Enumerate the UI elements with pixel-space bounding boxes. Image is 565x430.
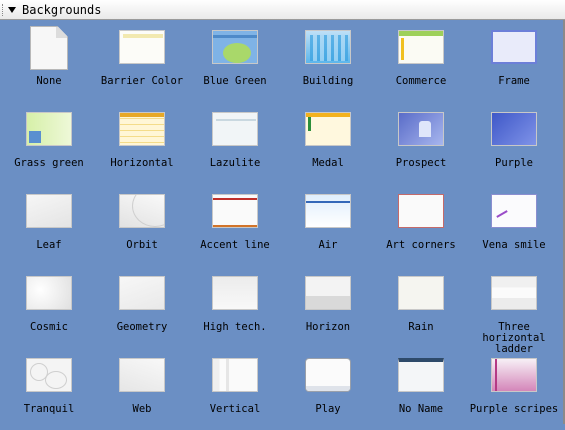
background-thumbnail bbox=[26, 112, 72, 146]
background-label: Orbit bbox=[126, 239, 158, 251]
background-item-horizon[interactable]: Horizon bbox=[281, 266, 375, 348]
background-item-purple-scripes[interactable]: Purple scripes bbox=[467, 348, 561, 430]
background-thumbnail bbox=[26, 358, 72, 392]
background-item-play[interactable]: Play bbox=[281, 348, 375, 430]
background-thumbnail bbox=[398, 30, 444, 64]
background-thumbnail bbox=[212, 194, 258, 228]
background-label: Geometry bbox=[116, 321, 168, 333]
background-item-cosmic[interactable]: Cosmic bbox=[2, 266, 96, 348]
background-thumbnail bbox=[119, 276, 165, 310]
background-label: Prospect bbox=[395, 157, 447, 169]
background-item-accent-line[interactable]: Accent line bbox=[188, 184, 282, 266]
background-label: Cosmic bbox=[30, 321, 68, 333]
background-label: Purple bbox=[495, 157, 533, 169]
background-label: Vertical bbox=[209, 403, 261, 415]
background-thumbnail bbox=[30, 26, 68, 70]
backgrounds-gallery: None Barrier Color Blue Green Building C… bbox=[0, 20, 563, 424]
background-item-commerce[interactable]: Commerce bbox=[374, 20, 468, 102]
background-thumbnail bbox=[119, 30, 165, 64]
background-label: Accent line bbox=[200, 239, 270, 251]
background-label: Art corners bbox=[386, 239, 456, 251]
background-label: Horizon bbox=[305, 321, 351, 333]
background-item-rain[interactable]: Rain bbox=[374, 266, 468, 348]
background-item-grass-green[interactable]: Grass green bbox=[2, 102, 96, 184]
background-label: Horizontal bbox=[110, 157, 174, 169]
background-item-air[interactable]: Air bbox=[281, 184, 375, 266]
background-item-leaf[interactable]: Leaf bbox=[2, 184, 96, 266]
background-item-high-tech[interactable]: High tech. bbox=[188, 266, 282, 348]
background-item-vertical[interactable]: Vertical bbox=[188, 348, 282, 430]
background-item-orbit[interactable]: Orbit bbox=[95, 184, 189, 266]
background-thumbnail bbox=[212, 276, 258, 310]
background-thumbnail bbox=[119, 358, 165, 392]
background-thumbnail bbox=[305, 30, 351, 64]
background-thumbnail bbox=[491, 194, 537, 228]
background-item-blue-green[interactable]: Blue Green bbox=[188, 20, 282, 102]
panel-title: Backgrounds bbox=[22, 3, 102, 17]
background-label: Rain bbox=[408, 321, 434, 333]
background-item-geometry[interactable]: Geometry bbox=[95, 266, 189, 348]
background-label: No Name bbox=[398, 403, 444, 415]
background-label: High tech. bbox=[203, 321, 267, 333]
background-item-purple[interactable]: Purple bbox=[467, 102, 561, 184]
background-thumbnail bbox=[305, 112, 351, 146]
background-thumbnail bbox=[212, 112, 258, 146]
background-label: Leaf bbox=[36, 239, 62, 251]
background-label: Vena smile bbox=[482, 239, 546, 251]
background-item-art-corners[interactable]: Art corners bbox=[374, 184, 468, 266]
background-item-tranquil[interactable]: Tranquil bbox=[2, 348, 96, 430]
drag-grip-icon[interactable] bbox=[2, 4, 6, 16]
background-thumbnail bbox=[398, 112, 444, 146]
background-thumbnail bbox=[212, 358, 258, 392]
background-item-no-name[interactable]: No Name bbox=[374, 348, 468, 430]
background-thumbnail bbox=[491, 358, 537, 392]
background-thumbnail bbox=[491, 112, 537, 146]
background-thumbnail bbox=[398, 194, 444, 228]
background-item-medal[interactable]: Medal bbox=[281, 102, 375, 184]
background-thumbnail bbox=[305, 358, 351, 392]
background-item-prospect[interactable]: Prospect bbox=[374, 102, 468, 184]
background-label: Air bbox=[318, 239, 338, 251]
background-thumbnail bbox=[305, 276, 351, 310]
background-item-barrier-color[interactable]: Barrier Color bbox=[95, 20, 189, 102]
background-thumbnail bbox=[119, 194, 165, 228]
background-thumbnail bbox=[398, 358, 444, 392]
background-item-none[interactable]: None bbox=[2, 20, 96, 102]
collapse-triangle-icon[interactable] bbox=[8, 7, 16, 13]
background-label: Building bbox=[302, 75, 354, 87]
background-label: Barrier Color bbox=[100, 75, 184, 87]
background-label: None bbox=[36, 75, 62, 87]
background-label: Web bbox=[132, 403, 152, 415]
background-label: Tranquil bbox=[23, 403, 75, 415]
background-label: Blue Green bbox=[203, 75, 267, 87]
background-thumbnail bbox=[398, 276, 444, 310]
background-label: Frame bbox=[498, 75, 530, 87]
background-thumbnail bbox=[305, 194, 351, 228]
background-label: Commerce bbox=[395, 75, 447, 87]
background-label: Medal bbox=[312, 157, 344, 169]
background-item-three-horizontal-ladder[interactable]: Three horizontal ladder bbox=[467, 266, 561, 355]
background-item-lazulite[interactable]: Lazulite bbox=[188, 102, 282, 184]
panel-header[interactable]: Backgrounds bbox=[0, 0, 565, 20]
background-label: Grass green bbox=[14, 157, 84, 169]
background-item-web[interactable]: Web bbox=[95, 348, 189, 430]
background-item-building[interactable]: Building bbox=[281, 20, 375, 102]
background-thumbnail bbox=[119, 112, 165, 146]
background-thumbnail bbox=[26, 276, 72, 310]
background-label: Purple scripes bbox=[469, 403, 559, 415]
background-thumbnail bbox=[491, 276, 537, 310]
background-thumbnail bbox=[212, 30, 258, 64]
background-item-horizontal[interactable]: Horizontal bbox=[95, 102, 189, 184]
background-label: Play bbox=[315, 403, 341, 415]
background-thumbnail bbox=[26, 194, 72, 228]
background-item-frame[interactable]: Frame bbox=[467, 20, 561, 102]
background-label: Lazulite bbox=[209, 157, 261, 169]
background-thumbnail bbox=[491, 30, 537, 64]
background-item-vena-smile[interactable]: Vena smile bbox=[467, 184, 561, 266]
